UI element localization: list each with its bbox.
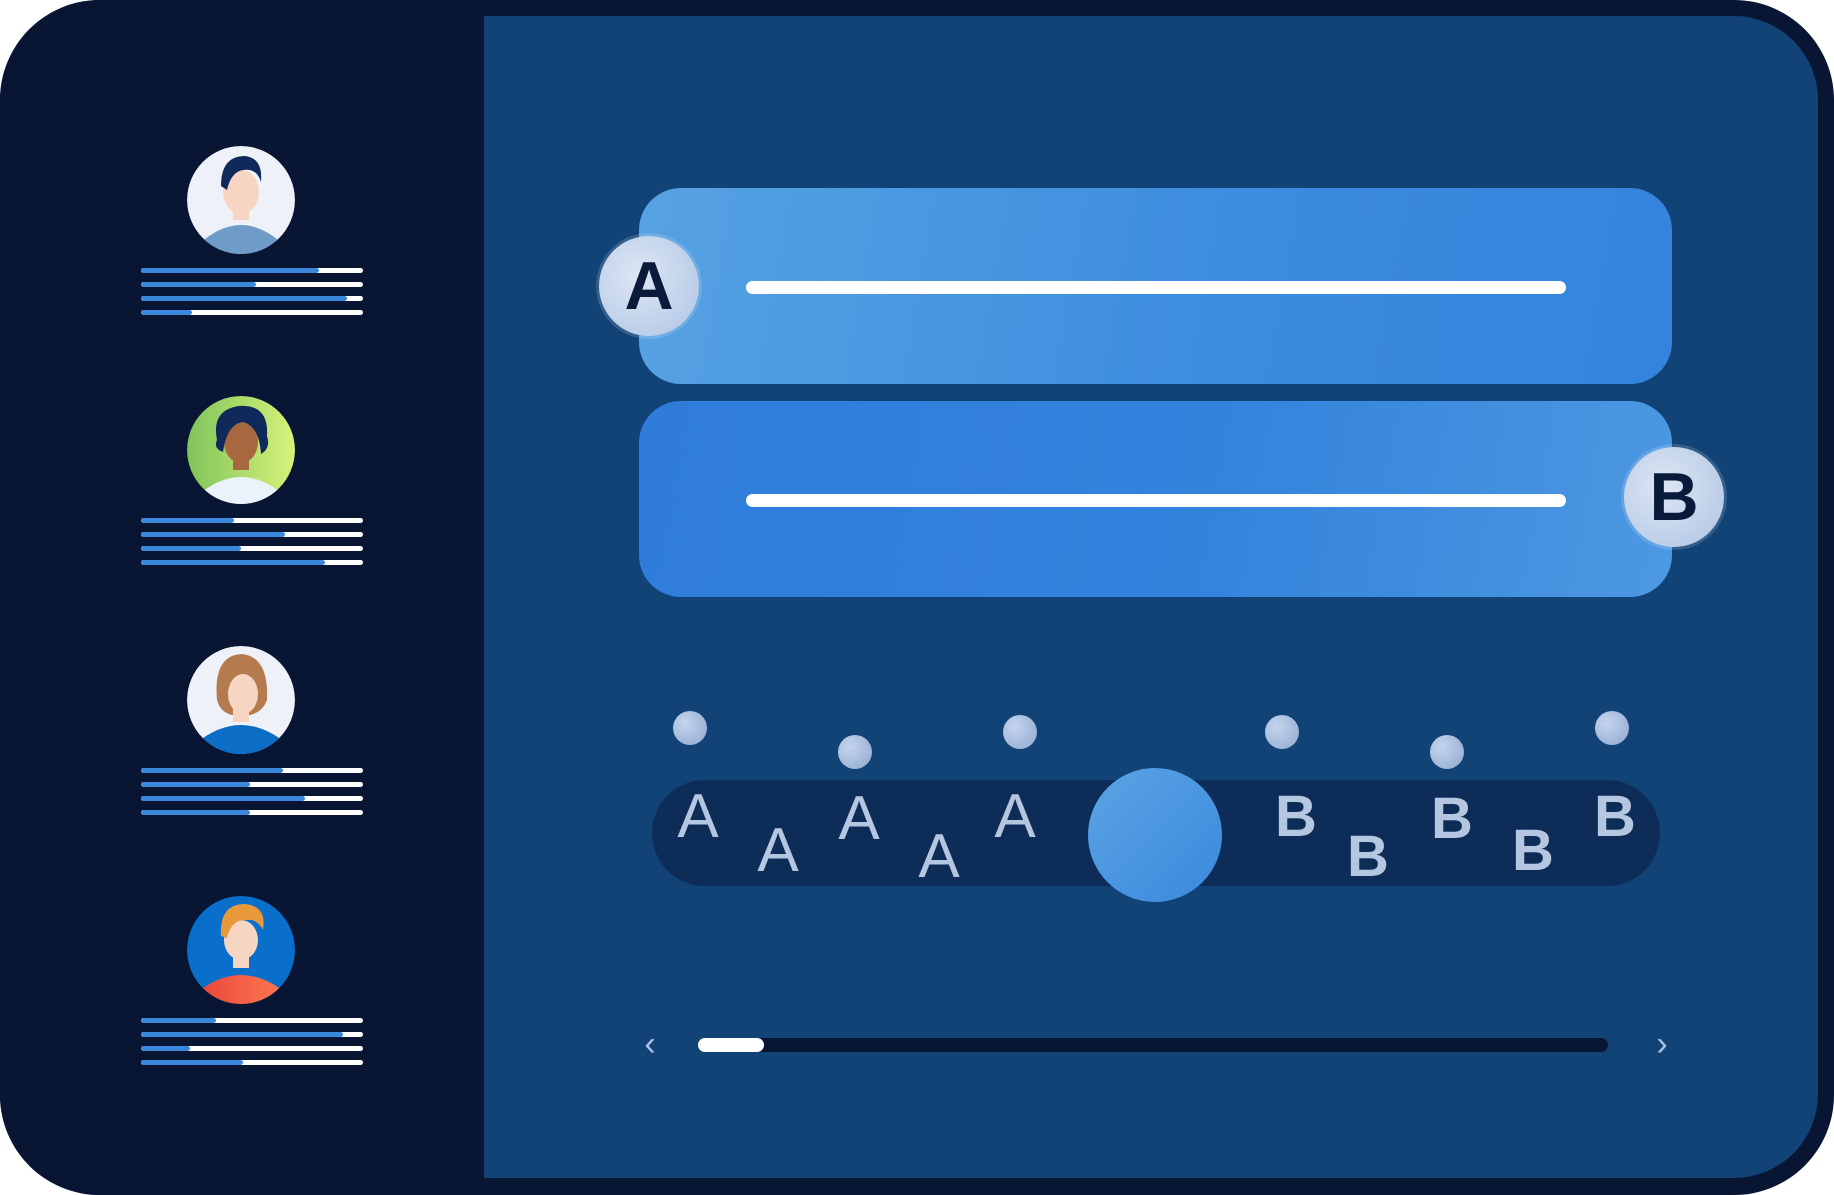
chevron-left-icon[interactable]: ‹ [632, 1026, 668, 1062]
avatar[interactable] [187, 646, 295, 754]
activity-bar [141, 782, 363, 787]
conversation-panel: A B A A A A A B B B B B ‹ › [484, 16, 1818, 1178]
timeline-letter-b: B [1275, 784, 1317, 849]
activity-bar-fill [141, 1018, 217, 1023]
timeline-marker[interactable] [1003, 715, 1037, 749]
timeline-letter-b: B [1431, 786, 1473, 851]
timeline-marker[interactable] [1430, 735, 1464, 769]
activity-bar-fill [141, 532, 286, 537]
participant-card[interactable] [141, 396, 363, 586]
chevron-right-icon[interactable]: › [1644, 1026, 1680, 1062]
participant-card[interactable] [141, 896, 363, 1086]
activity-bars [141, 1018, 363, 1074]
timeline-letter-a: A [677, 782, 719, 851]
scrollbar-thumb[interactable] [698, 1038, 764, 1052]
message-text-line [746, 494, 1566, 507]
timeline-letter-a: A [838, 784, 880, 853]
device-frame: A B A A A A A B B B B B ‹ › [0, 0, 1834, 1195]
activity-bar-fill [141, 296, 348, 301]
activity-bar [141, 282, 363, 287]
avatar[interactable] [187, 896, 295, 1004]
activity-bar-fill [141, 282, 257, 287]
timeline-letter-a: A [994, 782, 1036, 851]
participant-card[interactable] [141, 646, 363, 836]
activity-bar [141, 546, 363, 551]
avatar[interactable] [187, 146, 295, 254]
timeline-marker[interactable] [673, 711, 707, 745]
timeline-letter-a: A [918, 822, 960, 891]
activity-bar-fill [141, 1060, 244, 1065]
activity-bars [141, 268, 363, 324]
activity-bar [141, 1060, 363, 1065]
timeline-playhead[interactable] [1088, 768, 1222, 902]
activity-bar-fill [141, 1032, 344, 1037]
activity-bar-fill [141, 310, 193, 315]
activity-bar [141, 1032, 363, 1037]
speaker-badge-b[interactable]: B [1624, 447, 1724, 547]
activity-bar-fill [141, 560, 326, 565]
activity-bar-fill [141, 782, 250, 787]
activity-bar-fill [141, 546, 241, 551]
horizontal-scrollbar[interactable] [698, 1038, 1608, 1052]
timeline-letter-b: B [1512, 818, 1554, 883]
activity-bar-fill [141, 518, 235, 523]
activity-bars [141, 518, 363, 574]
activity-bar [141, 768, 363, 773]
activity-bar [141, 796, 363, 801]
timeline-marker[interactable] [838, 735, 872, 769]
speaker-badge-a[interactable]: A [599, 236, 699, 336]
timeline-letter-b: B [1347, 824, 1389, 889]
activity-bar [141, 268, 363, 273]
timeline-letter-b: B [1594, 784, 1636, 849]
activity-bar [141, 532, 363, 537]
activity-bar [141, 810, 363, 815]
timeline-marker[interactable] [1595, 711, 1629, 745]
message-bubble-b[interactable]: B [639, 401, 1724, 597]
message-text-line [746, 281, 1566, 294]
activity-bar [141, 1018, 363, 1023]
activity-bar [141, 296, 363, 301]
activity-bars [141, 768, 363, 824]
activity-bar [141, 1046, 363, 1051]
activity-bar [141, 518, 363, 523]
avatar[interactable] [187, 396, 295, 504]
activity-bar-fill [141, 1046, 190, 1051]
activity-bar-fill [141, 796, 306, 801]
activity-bar-fill [141, 768, 284, 773]
activity-bar [141, 310, 363, 315]
message-bubble-a[interactable]: A [599, 188, 1672, 384]
activity-bar-fill [141, 810, 250, 815]
timeline-letter-a: A [757, 816, 799, 885]
timeline-marker[interactable] [1265, 715, 1299, 749]
participant-card[interactable] [141, 146, 363, 336]
activity-bar [141, 560, 363, 565]
activity-bar-fill [141, 268, 319, 273]
participant-sidebar [0, 0, 484, 1195]
